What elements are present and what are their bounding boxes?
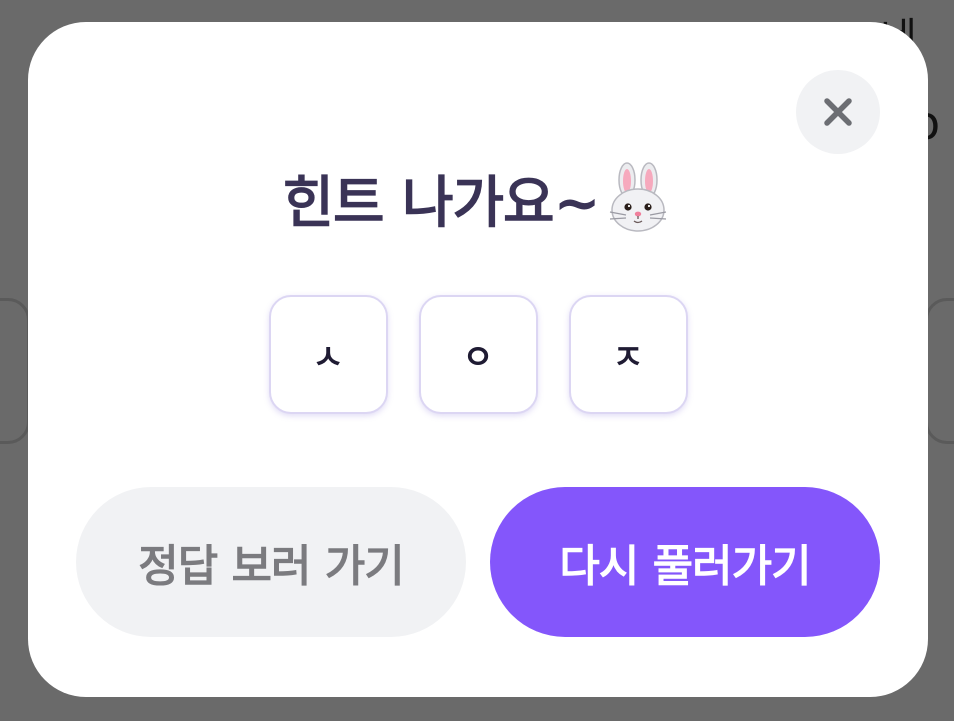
- background-card: [0, 298, 30, 444]
- background-card: [925, 298, 954, 444]
- view-answer-button[interactable]: 정답 보러 가기: [76, 487, 466, 637]
- hint-letter-box: ㅈ: [568, 295, 688, 414]
- hint-modal: 힌트 나가요~ ㅅ ㅇ ㅈ 정답 보러 가기 다시 풀러가기: [28, 22, 928, 697]
- close-button[interactable]: [796, 70, 880, 154]
- modal-title-text: 힌트 나가요~: [282, 170, 600, 236]
- hint-letter-box: ㅇ: [418, 295, 538, 414]
- retry-button[interactable]: 다시 풀러가기: [490, 487, 880, 637]
- hint-letters: ㅅ ㅇ ㅈ: [28, 295, 928, 415]
- close-icon: [824, 98, 852, 126]
- hint-letter-box: ㅅ: [268, 295, 388, 414]
- modal-title: 힌트 나가요~: [28, 158, 928, 238]
- rabbit-face-emoji: [609, 162, 666, 232]
